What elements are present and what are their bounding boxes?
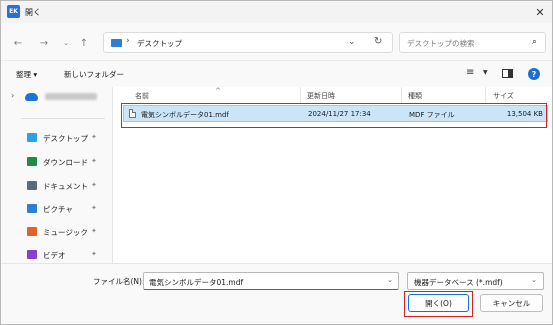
sidebar-item[interactable]: ミュージック ✦	[1, 221, 113, 243]
close-button[interactable]: ✕	[530, 4, 550, 20]
sidebar-item[interactable]: ダウンロード ✦	[1, 151, 113, 173]
organize-button[interactable]: 整理 ▾	[16, 69, 37, 80]
desktop-icon	[27, 133, 37, 142]
column-divider[interactable]	[485, 87, 486, 103]
filename-dropdown-chevron-icon[interactable]: ⌄	[387, 276, 393, 284]
command-toolbar: 整理 ▾ 新しいフォルダー ≡ ▼ ?	[1, 61, 552, 87]
preview-pane-icon[interactable]	[502, 69, 513, 78]
cloud-icon[interactable]	[25, 93, 38, 101]
sidebar-item-label: デスクトップ	[43, 134, 88, 143]
title-bar: EK 開く ✕	[1, 1, 552, 23]
address-bar[interactable]: › デスクトップ ⌄ ↻	[103, 32, 393, 53]
window-title: 開く	[25, 8, 41, 17]
navigation-bar: ← → ⌄ ↑ › デスクトップ ⌄ ↻ デスクトップの検索 ⌕	[1, 23, 552, 61]
pin-icon[interactable]: ✦	[91, 227, 97, 235]
forward-arrow-icon[interactable]: →	[37, 37, 51, 49]
search-icon[interactable]: ⌕	[532, 37, 537, 47]
sidebar-item-label: ミュージック	[43, 228, 88, 237]
pin-icon[interactable]: ✦	[91, 157, 97, 165]
up-arrow-icon[interactable]: ↑	[77, 37, 91, 49]
document-icon	[27, 181, 37, 190]
recent-locations-chevron-icon[interactable]: ⌄	[59, 37, 73, 49]
pin-icon[interactable]: ✦	[91, 204, 97, 212]
search-input[interactable]: デスクトップの検索 ⌕	[399, 32, 546, 53]
sidebar-item-label: ピクチャ	[43, 205, 73, 214]
filetype-value: 機器データベース (*.mdf)	[414, 278, 503, 287]
music-icon	[27, 227, 37, 236]
column-divider[interactable]	[401, 87, 402, 103]
breadcrumb-chevron-icon[interactable]: ›	[126, 36, 130, 46]
address-dropdown-chevron-icon[interactable]: ⌄	[348, 37, 356, 47]
sidebar-divider	[21, 118, 105, 119]
filename-value[interactable]: 電気シンボルデータ01.mdf	[149, 277, 243, 288]
sort-caret-icon: ^	[215, 87, 221, 95]
sidebar-item[interactable]: ピクチャ ✦	[1, 198, 113, 220]
help-icon[interactable]: ?	[528, 68, 540, 80]
open-file-dialog: EK 開く ✕ ← → ⌄ ↑ › デスクトップ ⌄ ↻ デスクトップの検索 ⌕…	[0, 0, 553, 325]
pictures-icon	[27, 204, 37, 213]
sidebar-item-label: ダウンロード	[43, 158, 88, 167]
column-header-size[interactable]: サイズ	[493, 91, 514, 101]
expand-chevron-icon[interactable]: ›	[11, 91, 14, 100]
sidebar-item-label: ビデオ	[43, 251, 66, 260]
close-icon: ✕	[535, 5, 545, 19]
breadcrumb[interactable]: デスクトップ	[137, 38, 182, 49]
new-folder-button[interactable]: 新しいフォルダー	[64, 69, 124, 80]
filetype-dropdown-chevron-icon[interactable]: ⌄	[531, 276, 537, 284]
app-icon: EK	[7, 5, 20, 18]
cancel-button[interactable]: キャンセル	[480, 294, 543, 312]
refresh-icon[interactable]: ↻	[374, 36, 382, 47]
navigation-pane: › デスクトップ ✦ ダウンロード ✦ ドキュメント ✦ ピクチャ ✦ ミュージック ✦ ビデオ ✦	[1, 87, 113, 263]
open-button-highlight-box	[404, 291, 473, 317]
column-header-date[interactable]: 更新日時	[307, 91, 335, 101]
selection-highlight-box	[121, 103, 547, 128]
view-dropdown-icon[interactable]: ▼	[483, 69, 488, 76]
column-divider[interactable]	[300, 87, 301, 103]
sidebar-item[interactable]: デスクトップ ✦	[1, 127, 113, 149]
cloud-account-label[interactable]	[45, 93, 97, 100]
back-arrow-icon[interactable]: ←	[11, 37, 25, 49]
filetype-select[interactable]: 機器データベース (*.mdf) ⌄	[407, 272, 544, 290]
view-list-icon[interactable]: ≡	[466, 67, 474, 78]
folder-icon	[111, 39, 122, 47]
search-placeholder: デスクトップの検索	[407, 39, 475, 48]
pin-icon[interactable]: ✦	[91, 133, 97, 141]
pin-icon[interactable]: ✦	[91, 181, 97, 189]
filename-label: ファイル名(N):	[93, 277, 145, 286]
download-icon	[27, 157, 37, 166]
filename-field[interactable]: 電気シンボルデータ01.mdf ⌄	[143, 272, 399, 290]
sidebar-item[interactable]: ドキュメント ✦	[1, 175, 113, 197]
column-header-name[interactable]: 名前	[135, 91, 149, 101]
video-icon	[27, 250, 37, 259]
pin-icon[interactable]: ✦	[91, 250, 97, 258]
column-header-type[interactable]: 種類	[408, 91, 422, 101]
sidebar-item-label: ドキュメント	[43, 182, 88, 191]
